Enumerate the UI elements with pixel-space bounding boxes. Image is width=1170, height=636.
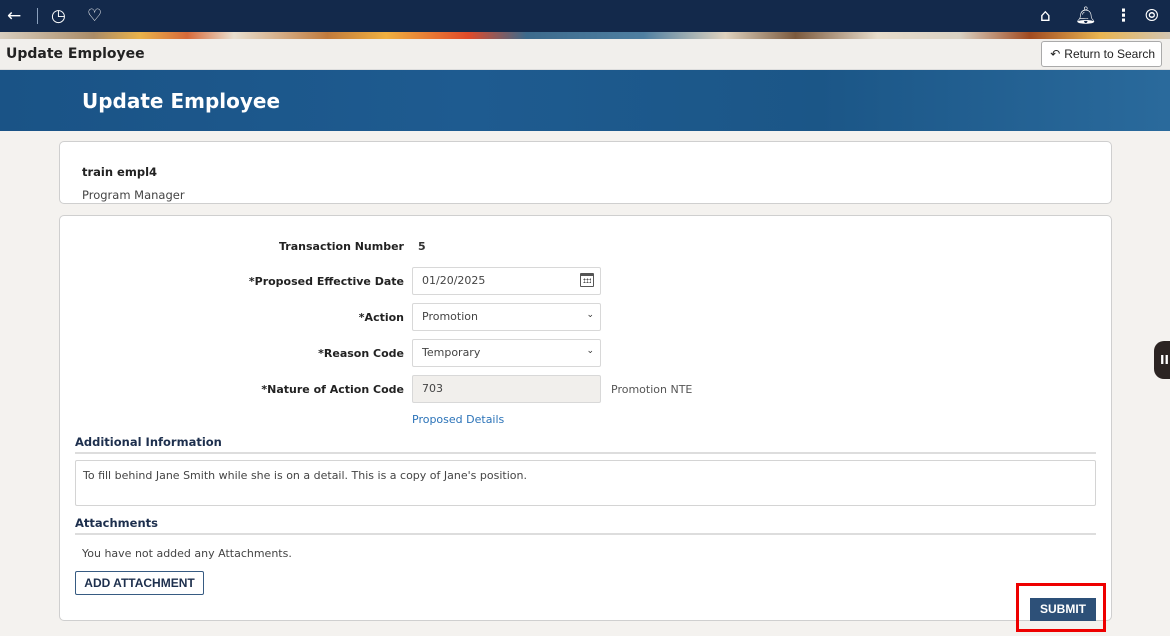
employee-job-title: Program Manager <box>82 188 185 202</box>
top-navigation-bar: ← ◷ ♡ ⌂ 🔔︎ ⋮ ⦾ <box>0 0 1170 32</box>
home-icon[interactable]: ⌂ <box>1040 6 1051 26</box>
calendar-icon[interactable] <box>580 273 594 287</box>
reason-code-value: Temporary <box>422 346 481 359</box>
transaction-number-label: Transaction Number <box>279 240 404 253</box>
action-select[interactable]: Promotion ⌄ <box>412 303 601 331</box>
return-arrow-icon: ↶ <box>1050 47 1061 61</box>
chevron-down-icon: ⌄ <box>586 310 594 320</box>
action-label: *Action <box>358 311 404 324</box>
chevron-down-icon: ⌄ <box>586 346 594 356</box>
notifications-bell-icon[interactable]: 🔔︎ <box>1075 6 1097 26</box>
page-banner: Update Employee <box>0 70 1170 131</box>
history-icon[interactable]: ◷ <box>51 6 66 26</box>
back-arrow-icon[interactable]: ← <box>7 6 21 26</box>
submit-highlight-box <box>1016 583 1106 632</box>
page-title-bar: Update Employee ↶ Return to Search <box>0 39 1170 70</box>
employee-name: train empl4 <box>82 165 158 179</box>
nature-of-action-description: Promotion NTE <box>611 383 693 396</box>
return-to-search-label: Return to Search <box>1064 47 1155 61</box>
transaction-form-card: Transaction Number 5 *Proposed Effective… <box>59 215 1112 621</box>
banner-title: Update Employee <box>82 89 281 113</box>
more-actions-icon[interactable]: ⋮ <box>1115 6 1132 26</box>
side-panel-toggle[interactable]: II <box>1154 341 1170 379</box>
attachments-heading: Attachments <box>75 516 1096 535</box>
employee-summary-card: train empl4 Program Manager <box>59 141 1112 204</box>
effective-date-label: *Proposed Effective Date <box>248 275 404 288</box>
effective-date-input[interactable]: 01/20/2025 <box>412 267 601 295</box>
additional-information-heading: Additional Information <box>75 435 1096 454</box>
return-to-search-button[interactable]: ↶ Return to Search <box>1041 41 1162 67</box>
action-value: Promotion <box>422 310 478 323</box>
nature-of-action-value: 703 <box>422 382 443 395</box>
reason-code-label: *Reason Code <box>318 347 404 360</box>
reason-code-select[interactable]: Temporary ⌄ <box>412 339 601 367</box>
additional-information-textarea[interactable]: To fill behind Jane Smith while she is o… <box>75 460 1096 506</box>
effective-date-value: 01/20/2025 <box>422 274 486 287</box>
add-attachment-button[interactable]: ADD ATTACHMENT <box>75 571 204 595</box>
no-attachments-message: You have not added any Attachments. <box>82 547 292 560</box>
page-title: Update Employee <box>6 46 145 62</box>
nature-of-action-label: *Nature of Action Code <box>261 383 404 396</box>
nature-of-action-field: 703 <box>412 375 601 403</box>
proposed-details-link[interactable]: Proposed Details <box>412 413 504 426</box>
decorative-banner-strip <box>0 32 1170 39</box>
transaction-number-value: 5 <box>418 240 426 253</box>
favorites-heart-icon[interactable]: ♡ <box>87 6 102 26</box>
divider <box>37 8 38 24</box>
navigator-compass-icon[interactable]: ⦾ <box>1145 6 1159 26</box>
